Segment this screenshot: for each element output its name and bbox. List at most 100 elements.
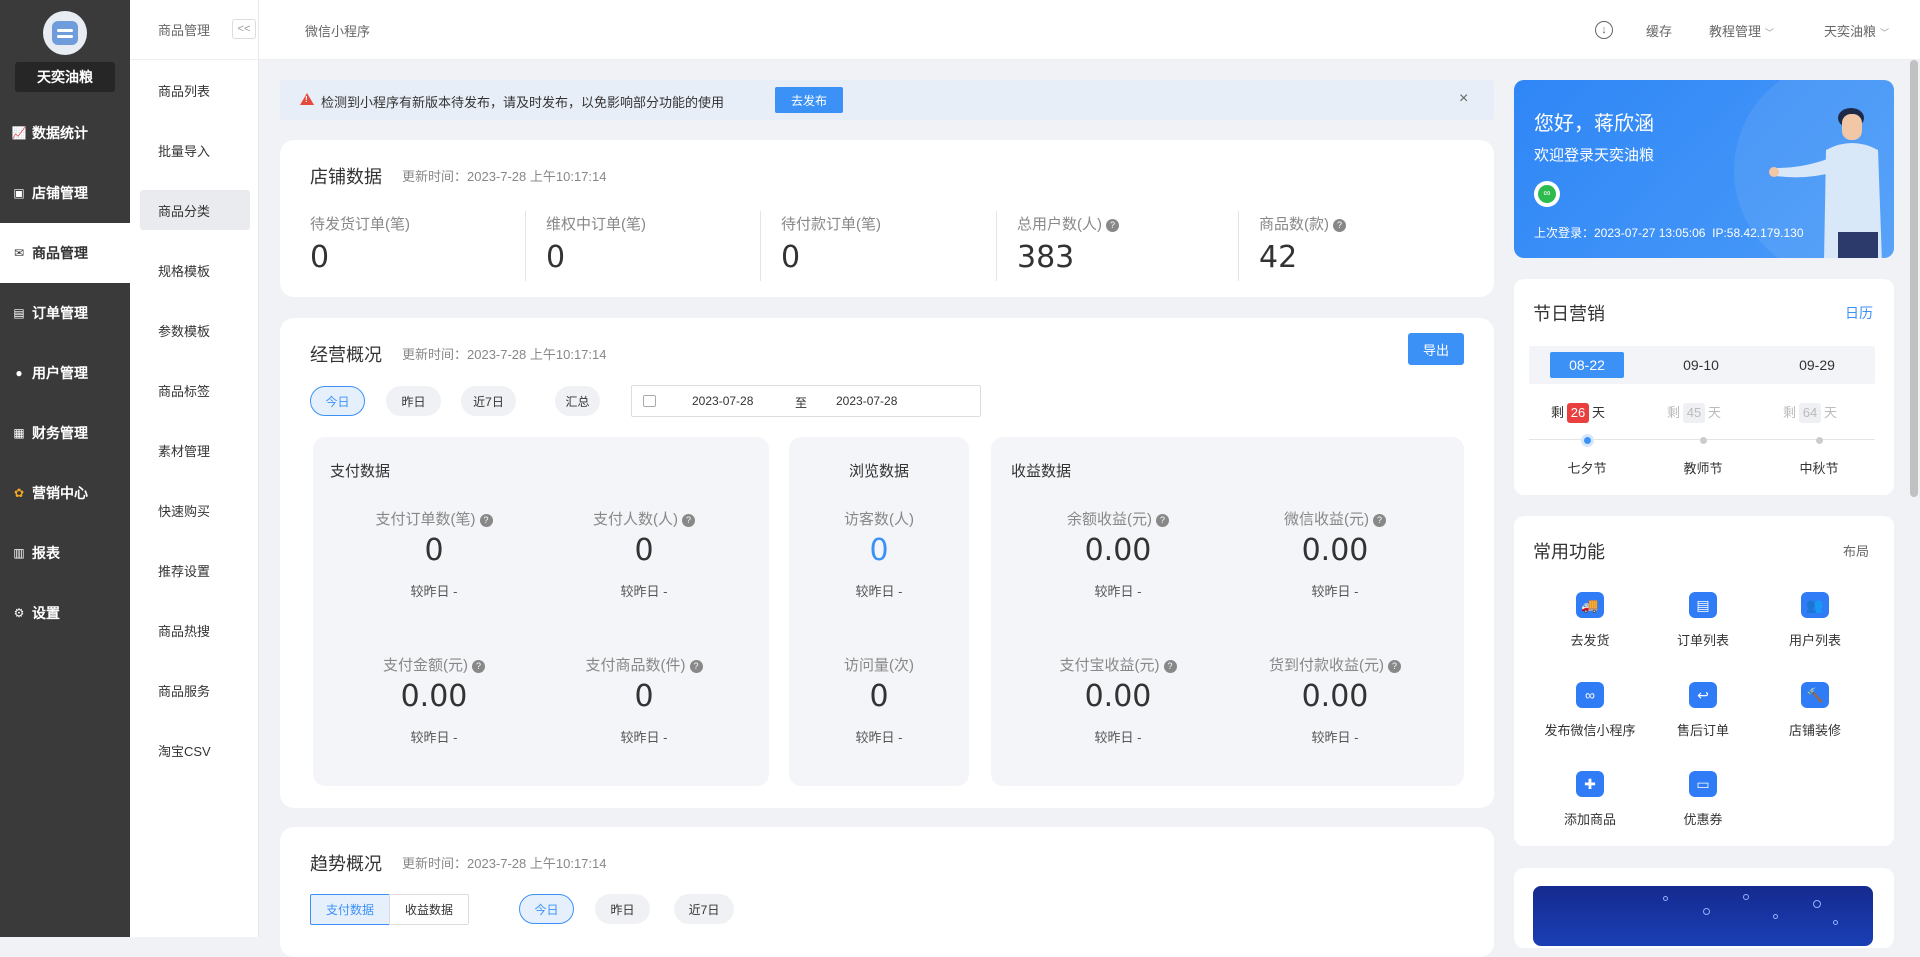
pay-title: 支付数据 — [330, 463, 391, 480]
help-icon[interactable]: ? — [472, 660, 485, 673]
sidebar-item-2[interactable]: ✉ 商品管理 — [0, 223, 130, 283]
range-pill-3[interactable]: 汇总 — [555, 386, 600, 416]
shop-logo — [43, 11, 87, 55]
function-order-list[interactable]: ▤ 订单列表 — [1648, 588, 1758, 649]
cache-button[interactable]: 缓存 — [1646, 21, 1672, 40]
festival-name: 中秋节 — [1799, 461, 1839, 476]
user-menu[interactable]: 天奕油粮 ﹀ — [1824, 21, 1889, 40]
help-icon[interactable]: ? — [1333, 219, 1346, 232]
collapse-button[interactable]: << — [232, 19, 256, 39]
sidebar-item-8[interactable]: ⚙ 设置 — [0, 583, 130, 643]
delivery-truck-icon: 🚚 — [1573, 588, 1607, 622]
scrollbar[interactable] — [1910, 60, 1918, 497]
date-range-picker[interactable]: 2023-07-28 至 2023-07-28 — [631, 385, 981, 417]
publish-button[interactable]: 去发布 — [775, 87, 843, 113]
goods-icon: ✉ — [13, 246, 25, 260]
date-start[interactable]: 2023-07-28 — [692, 394, 753, 408]
metric-value: 0 — [634, 533, 654, 568]
subnav-item-2[interactable]: 商品分类 — [140, 190, 250, 230]
trend-range-yesterday[interactable]: 昨日 — [595, 894, 650, 924]
store-stat-value: 0 — [310, 240, 330, 275]
help-icon[interactable]: ? — [1373, 514, 1386, 527]
function-coupon[interactable]: ▭ 优惠券 — [1648, 767, 1758, 828]
link-icon[interactable]: ∞ — [1534, 181, 1560, 207]
subnav-item-4[interactable]: 参数模板 — [140, 310, 250, 350]
subnav-item-7[interactable]: 快速购买 — [140, 490, 250, 530]
range-pill-1[interactable]: 昨日 — [386, 386, 441, 416]
store-stat-label: 总用户数(人)? — [1017, 213, 1119, 234]
browse-title: 浏览数据 — [849, 463, 910, 480]
festival-date-2[interactable]: 09-29 — [1780, 352, 1854, 378]
function-delivery-truck[interactable]: 🚚 去发货 — [1535, 588, 1645, 649]
metric-compare: 较昨日 - — [1094, 730, 1142, 745]
help-icon[interactable]: ? — [1106, 219, 1119, 232]
chart-line-icon: 📈 — [11, 126, 27, 140]
download-icon[interactable]: ↓ — [1595, 21, 1613, 39]
sidebar-item-label: 设置 — [32, 605, 60, 621]
sidebar-item-0[interactable]: 📈 数据统计 — [0, 103, 130, 163]
trend-range-today[interactable]: 今日 — [519, 894, 574, 924]
shop-name: 天奕油粮 — [15, 62, 115, 92]
sidebar-item-5[interactable]: ▦ 财务管理 — [0, 403, 130, 463]
festival-name: 教师节 — [1683, 461, 1723, 476]
days-badge: 64 — [1799, 403, 1822, 423]
help-icon[interactable]: ? — [682, 514, 695, 527]
metric-value: 0 — [869, 533, 889, 568]
function-add-goods[interactable]: ✚ 添加商品 — [1535, 767, 1645, 828]
sidebar-item-label: 财务管理 — [32, 425, 88, 441]
range-pill-2[interactable]: 近7日 — [461, 386, 516, 416]
mini-program-icon: ∞ — [1573, 678, 1607, 712]
help-icon[interactable]: ? — [689, 660, 703, 673]
tab-pay-data[interactable]: 支付数据 — [310, 894, 390, 925]
subnav-item-8[interactable]: 推荐设置 — [140, 550, 250, 590]
function-after-sale[interactable]: ↩ 售后订单 — [1648, 678, 1758, 739]
festival-date-1[interactable]: 09-10 — [1664, 352, 1738, 378]
date-end[interactable]: 2023-07-28 — [836, 394, 897, 408]
layout-button[interactable]: 布局 — [1843, 541, 1869, 560]
tutorial-menu[interactable]: 教程管理 ﹀ — [1709, 21, 1774, 40]
timeline-dot — [1816, 437, 1823, 444]
metric-label: 微信收益(元)? — [1245, 508, 1425, 529]
function-users[interactable]: 👥 用户列表 — [1760, 588, 1870, 649]
help-icon[interactable]: ? — [479, 514, 493, 527]
subnav-item-5[interactable]: 商品标签 — [140, 370, 250, 410]
subnav-item-3[interactable]: 规格模板 — [140, 250, 250, 290]
sidebar-item-4[interactable]: ● 用户管理 — [0, 343, 130, 403]
trend-title: 趋势概况 — [310, 854, 382, 874]
sidebar-item-6[interactable]: ✿ 营销中心 — [0, 463, 130, 523]
overview-title: 经营概况 — [310, 345, 382, 365]
metric-label: 访问量(次) — [844, 657, 914, 674]
subnav-item-0[interactable]: 商品列表 — [140, 70, 250, 110]
promo-banner[interactable] — [1533, 886, 1873, 946]
trend-range-7days[interactable]: 近7日 — [674, 894, 734, 924]
breadcrumb[interactable]: 微信小程序 — [305, 21, 370, 40]
welcome-sub: 欢迎登录天奕油粮 — [1534, 147, 1655, 164]
close-icon[interactable]: × — [1459, 90, 1468, 108]
sidebar-item-3[interactable]: ▤ 订单管理 — [0, 283, 130, 343]
subnav-item-6[interactable]: 素材管理 — [140, 430, 250, 470]
finance-icon: ▦ — [13, 426, 25, 440]
subnav-item-1[interactable]: 批量导入 — [140, 130, 250, 170]
metric-compare: 较昨日 - — [620, 730, 668, 745]
function-mini-program[interactable]: ∞ 发布微信小程序 — [1535, 678, 1645, 739]
help-icon[interactable]: ? — [1156, 514, 1169, 527]
function-decorate[interactable]: 🔨 店铺装修 — [1760, 678, 1870, 739]
help-icon[interactable]: ? — [1388, 660, 1401, 673]
subnav-item-10[interactable]: 商品服务 — [140, 670, 250, 710]
tab-income-data[interactable]: 收益数据 — [389, 894, 469, 925]
subnav-item-9[interactable]: 商品热搜 — [140, 610, 250, 650]
store-stat-value: 383 — [1017, 240, 1075, 275]
metric-value: 0.00 — [1301, 533, 1369, 568]
range-pill-0[interactable]: 今日 — [310, 386, 365, 416]
metric-compare: 较昨日 - — [1094, 584, 1142, 599]
subnav-item-11[interactable]: 淘宝CSV — [140, 730, 250, 770]
sidebar-item-1[interactable]: ▣ 店铺管理 — [0, 163, 130, 223]
festival-date-0[interactable]: 08-22 — [1550, 352, 1624, 378]
order-list-icon: ▤ — [1686, 588, 1720, 622]
metric-value: 0.00 — [1084, 679, 1152, 714]
store-icon: ▣ — [13, 186, 25, 200]
sidebar-item-7[interactable]: ▥ 报表 — [0, 523, 130, 583]
help-icon[interactable]: ? — [1163, 660, 1177, 673]
calendar-link[interactable]: 日历 — [1845, 303, 1873, 323]
export-button[interactable]: 导出 — [1408, 333, 1464, 365]
